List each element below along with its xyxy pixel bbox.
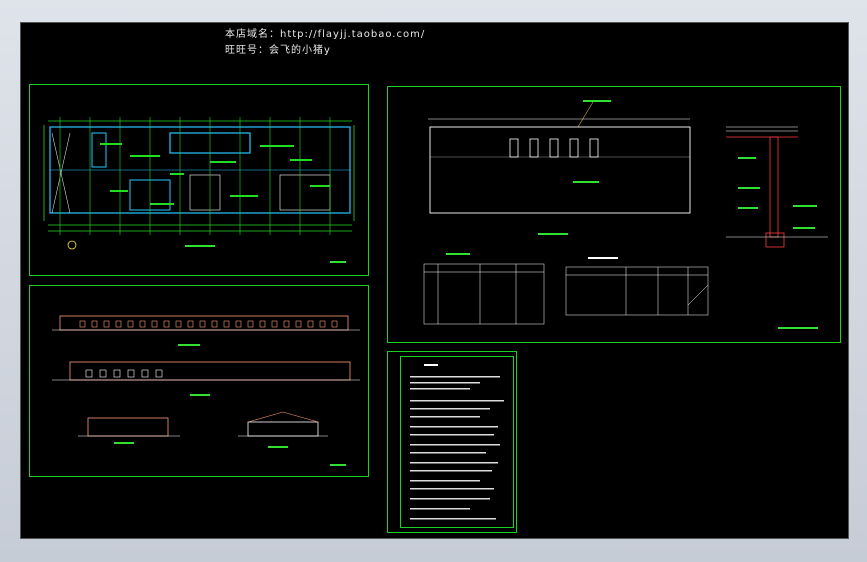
cad-viewer-window: 本店域名：http://flayjj.taobao.com/ 旺旺号：会飞的小猪… bbox=[0, 0, 867, 562]
watermark-shop-url: 本店域名：http://flayjj.taobao.com/ bbox=[225, 29, 426, 40]
notes-text-lines bbox=[410, 364, 504, 520]
elevations-drawing bbox=[52, 315, 360, 466]
design-notes-sheet[interactable] bbox=[387, 351, 517, 533]
floor-plan-drawing bbox=[43, 117, 355, 263]
floor-plan-sheet[interactable] bbox=[29, 84, 369, 276]
watermark-wangwang: 旺旺号：会飞的小猪y bbox=[225, 45, 331, 56]
roof-plan-sheet[interactable] bbox=[387, 86, 841, 343]
elevation-sheet[interactable] bbox=[29, 285, 369, 477]
roof-plan-drawing bbox=[423, 100, 828, 329]
drawing-canvas[interactable]: 本店域名：http://flayjj.taobao.com/ 旺旺号：会飞的小猪… bbox=[20, 22, 849, 539]
